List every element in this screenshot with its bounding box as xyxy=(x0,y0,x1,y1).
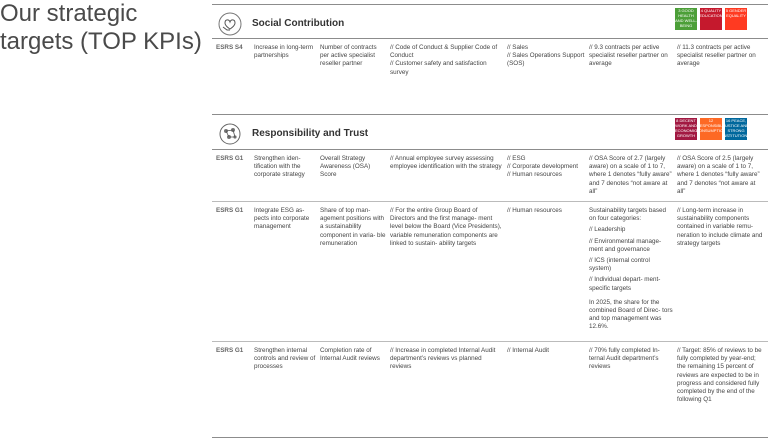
responsibility: // Human resources xyxy=(507,207,562,214)
sdg-badge-16: 16 PEACE, JUSTICE AND STRONG INSTITUTION… xyxy=(722,118,750,140)
section-top-rule xyxy=(212,114,768,115)
heart-hands-icon xyxy=(218,12,242,36)
sdg-badge-4: 4 QUALITY EDUCATION xyxy=(699,8,723,30)
measures: // For the entire Group Board of Directo… xyxy=(390,207,502,247)
row-divider xyxy=(212,201,768,202)
measures: // Code of Conduct & Supplier Code of Co… xyxy=(390,44,498,76)
target: // Long-term increase in sustainability … xyxy=(677,207,763,247)
section-title: Responsibility and Trust xyxy=(252,128,369,139)
kpi: Completion rate of Internal Audit review… xyxy=(320,347,380,363)
measures: // Increase in completed Internal Audit … xyxy=(390,347,496,371)
responsibility: // ESG // Corporate development // Human… xyxy=(507,155,579,179)
target: // 11.3 contracts per active specialist … xyxy=(677,44,756,68)
sdg-badge-12: 12 RESPONSIBLE CONSUMPTION xyxy=(696,118,726,140)
esrs-code: ESRS G1 xyxy=(216,207,244,214)
page-title: Our strategic targets (TOP KPIs) xyxy=(0,0,202,55)
objective: Strengthen internal controls and review … xyxy=(254,347,316,371)
sdg-badge-3: 3 GOOD HEALTH AND WELL-BEING xyxy=(675,8,697,30)
esrs-code: ESRS S4 xyxy=(216,44,243,51)
status-item: // Individual depart- ment-specific targ… xyxy=(589,276,661,292)
kpi: Overall Strategy Awareness (OSA) Score xyxy=(320,155,371,179)
status: // 9.3 contracts per active specialist r… xyxy=(589,44,668,68)
section-divider xyxy=(212,38,768,39)
section-top-rule xyxy=(212,4,768,5)
responsibility: // Internal Audit xyxy=(507,347,550,354)
measures: // Annual employee survey assessing empl… xyxy=(390,155,502,171)
status-item: // Environmental manage- ment and govern… xyxy=(589,237,662,253)
section-title: Social Contribution xyxy=(252,18,345,29)
sdg-badge-8: 8 DECENT WORK AND ECONOMIC GROWTH xyxy=(675,118,697,140)
status-list: Sustainability targets based on four cat… xyxy=(589,207,673,335)
section-header-social: Social Contribution 3 GOOD HEALTH AND WE… xyxy=(212,8,768,40)
status-item: // ICS (internal control system) xyxy=(589,257,650,273)
kpi: Share of top man- agement positions with… xyxy=(320,207,386,247)
globe-network-icon xyxy=(219,123,241,145)
esrs-code: ESRS G1 xyxy=(216,155,244,162)
target: // Target: 85% of reviews to be fully co… xyxy=(677,347,762,404)
status-note: In 2025, the share for the combined Boar… xyxy=(589,298,673,331)
status-intro: Sustainability targets based on four cat… xyxy=(589,207,667,223)
objective: Integrate ESG as- pects into corporate m… xyxy=(254,207,310,231)
target: // OSA Score of 2.5 (largely aware) on a… xyxy=(677,155,760,195)
status: // 70% fully completed In- ternal Audit … xyxy=(589,347,660,371)
esrs-code: ESRS G1 xyxy=(216,347,244,354)
status-item: // Leadership xyxy=(589,226,626,234)
objective: Strengthen iden- tification with the cor… xyxy=(254,155,305,179)
responsibility: // Sales // Sales Operations Support (SO… xyxy=(507,44,585,68)
row-divider xyxy=(212,341,768,342)
section-divider xyxy=(212,149,768,150)
objective: Increase in long-term partnerships xyxy=(254,44,314,60)
status: // OSA Score of 2.7 (largely aware) on a… xyxy=(589,155,672,195)
table-bottom-rule xyxy=(212,437,768,438)
kpi: Number of contracts per active specialis… xyxy=(320,44,377,68)
sdg-badge-5: 5 GENDER EQUALITY xyxy=(725,8,747,30)
section-header-responsibility: Responsibility and Trust 8 DECENT WORK A… xyxy=(212,118,768,150)
